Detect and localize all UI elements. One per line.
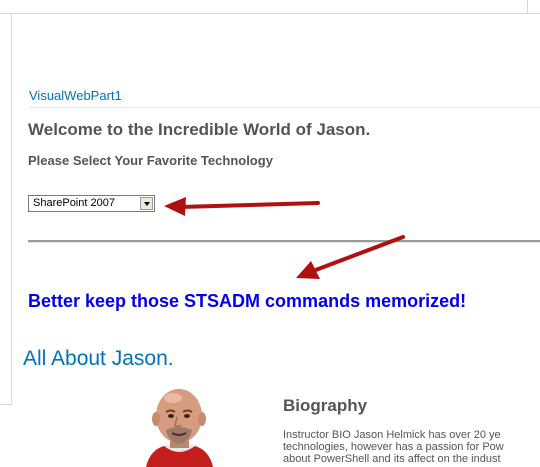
webpart-title-link[interactable]: VisualWebPart1 xyxy=(29,88,122,103)
arrow-to-message-icon xyxy=(296,235,405,279)
technology-dropdown[interactable]: SharePoint 2007 xyxy=(28,195,155,212)
annotation-arrows xyxy=(164,197,405,279)
biography-line: technologies, however has a passion for … xyxy=(283,441,504,453)
welcome-heading: Welcome to the Incredible World of Jason… xyxy=(28,120,371,139)
biography-line: about PowerShell and its affect on the i… xyxy=(283,453,501,465)
about-section-heading: All About Jason. xyxy=(23,347,174,370)
technology-select-label: Please Select Your Favorite Technology xyxy=(28,153,273,168)
left-navigation-rail xyxy=(0,14,12,404)
left-rail-divider xyxy=(0,404,12,405)
biography-text: Instructor BIO Jason Helmick has over 20… xyxy=(283,429,540,465)
technology-result-message: Better keep those STSADM commands memori… xyxy=(28,291,467,311)
toolbar-divider xyxy=(527,0,528,13)
top-toolbar xyxy=(0,0,540,14)
arrow-to-dropdown-icon xyxy=(164,197,320,216)
dropdown-arrow-button[interactable] xyxy=(140,197,153,210)
dropdown-selected-value: SharePoint 2007 xyxy=(33,197,115,209)
chevron-down-icon xyxy=(144,202,150,206)
horizontal-rule xyxy=(28,240,540,243)
biography-line: Instructor BIO Jason Helmick has over 20… xyxy=(283,429,501,441)
webpart-title-divider xyxy=(29,107,540,108)
bald-man-portrait xyxy=(142,384,217,467)
profile-photo xyxy=(142,384,217,467)
biography-heading: Biography xyxy=(283,396,368,415)
